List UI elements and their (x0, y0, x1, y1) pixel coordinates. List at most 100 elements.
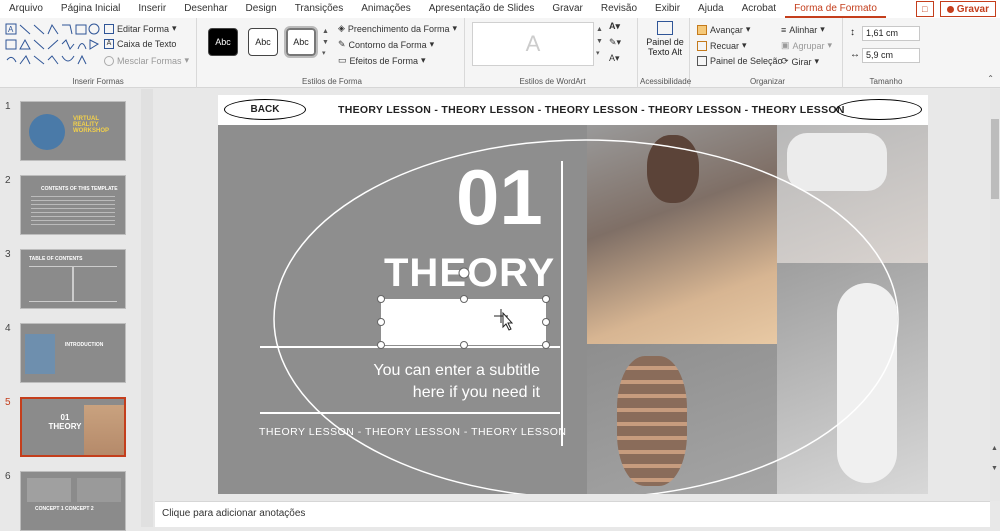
resize-handle[interactable] (460, 341, 468, 349)
group-label-shape-styles: Estilos de Forma (301, 77, 363, 86)
tab-ajuda[interactable]: Ajuda (689, 0, 733, 18)
resize-handle[interactable] (460, 295, 468, 303)
resize-handle[interactable] (542, 318, 550, 326)
align-button[interactable]: ≡ Alinhar ▾ (781, 24, 825, 35)
decorative-ellipse[interactable] (273, 139, 899, 494)
tab-revisao[interactable]: Revisão (592, 0, 646, 18)
shape-effects-button[interactable]: ▭ Efeitos de Forma ▾ (338, 55, 426, 66)
shape-fill-button[interactable]: ◈ Preenchimento da Forma ▾ (338, 23, 457, 34)
alt-text-icon (657, 21, 673, 35)
move-cursor-icon (494, 309, 514, 331)
shape-outline-button[interactable]: ✎ Contorno da Forma ▾ (338, 39, 434, 50)
thumbnails-scrollbar[interactable] (141, 89, 153, 527)
style-white-preset[interactable]: Abc (248, 28, 278, 56)
selection-pane-label: Painel de Seleção (710, 56, 783, 66)
next-slide-icon[interactable]: ▼ (991, 465, 998, 472)
align-label: Alinhar (789, 24, 818, 35)
thumbnail-slide-6[interactable]: CONCEPT 1 CONCEPT 2 (20, 471, 126, 531)
thumbnail-number: 2 (5, 175, 11, 186)
group-label-arrange: Organizar (749, 77, 786, 86)
send-backward-button[interactable]: Recuar ▾ (697, 40, 747, 51)
thumbnail-title: CONCEPT 1 CONCEPT 2 (35, 506, 94, 512)
style-outline-preset[interactable]: Abc (284, 26, 318, 58)
thumbnail-slide-1[interactable]: VIRTUAL REALITY WORKSHOP (20, 101, 126, 161)
rotate-button[interactable]: ⟳ Girar ▾ (781, 56, 819, 67)
resize-handle[interactable] (377, 295, 385, 303)
style-black-preset[interactable]: Abc (208, 28, 238, 56)
thumbnail-slide-2[interactable]: CONTENTS OF THIS TEMPLATE (20, 175, 126, 235)
thumbnail-title: CONTENTS OF THIS TEMPLATE (41, 186, 118, 192)
group-insert-shapes: A Editar Forma ▾ A Caixa de Texto Mesclar … (0, 18, 197, 88)
tab-desenhar[interactable]: Desenhar (175, 0, 236, 18)
bring-forward-button[interactable]: Avançar ▾ (697, 24, 750, 35)
fill-bucket-icon: ◈ (338, 23, 345, 33)
shapes-gallery-icon[interactable]: A (4, 22, 100, 70)
record-button[interactable]: Gravar (939, 1, 996, 17)
rotate-handle-icon[interactable] (458, 267, 470, 279)
resize-handle[interactable] (377, 341, 385, 349)
selection-pane-button[interactable]: Painel de Seleção (697, 56, 783, 66)
thumbnail-number: 6 (5, 471, 11, 482)
scrollbar-thumb[interactable] (991, 119, 999, 199)
thumbnail-image (84, 405, 124, 455)
thumbnail-grid (29, 266, 117, 302)
group-label: Agrupar (792, 40, 825, 51)
merge-shapes-button[interactable]: Mesclar Formas ▾ (104, 55, 189, 66)
thumbnail-slide-3[interactable]: TABLE OF CONTENTS (20, 249, 126, 309)
resize-handle[interactable] (542, 295, 550, 303)
style-gallery-scroll[interactable]: ▲ ▼ ▾ (322, 26, 330, 60)
tab-arquivo[interactable]: Arquivo (0, 0, 52, 18)
text-fill-icon[interactable]: A▾ (609, 21, 620, 32)
ribbon-tabs: Arquivo Página Inicial Inserir Desenhar … (0, 0, 1000, 18)
resize-handle[interactable] (377, 318, 385, 326)
width-input[interactable]: 5,9 cm (862, 48, 920, 63)
edit-shape-button[interactable]: Editar Forma ▾ (104, 23, 177, 34)
tab-animacoes[interactable]: Animações (352, 0, 419, 18)
text-box-button[interactable]: A Caixa de Texto (104, 39, 176, 49)
thumbnail-image (77, 478, 121, 502)
wordart-gallery[interactable]: A (472, 22, 594, 66)
thumbnail-title: INTRODUCTION (65, 342, 104, 348)
shape-outline-label: Contorno da Forma (348, 39, 427, 50)
resize-handle[interactable] (542, 341, 550, 349)
tab-inserir[interactable]: Inserir (129, 0, 175, 18)
tab-transicoes[interactable]: Transições (286, 0, 353, 18)
tab-pagina-inicial[interactable]: Página Inicial (52, 0, 129, 18)
collapse-ribbon-icon[interactable]: ⌃ (987, 74, 994, 83)
comments-icon[interactable]: □ (915, 1, 934, 17)
tab-forma-de-formato[interactable]: Forma de Formato (785, 0, 886, 18)
vertical-scrollbar[interactable]: ▲ ▼ (990, 89, 1000, 501)
prev-slide-icon[interactable]: ▲ (991, 445, 998, 452)
tab-apresentacao[interactable]: Apresentação de Slides (420, 0, 544, 18)
text-effects-icon[interactable]: A▾ (609, 53, 620, 64)
tab-gravar[interactable]: Gravar (543, 0, 592, 18)
thumbnail-title: TABLE OF CONTENTS (29, 256, 83, 262)
alt-text-button[interactable]: Painel de Texto Alt (644, 21, 686, 57)
effects-icon: ▭ (338, 55, 347, 65)
thumbnail-image (25, 334, 55, 374)
thumbnail-slide-5[interactable]: 01 THEORY (20, 397, 126, 457)
group-arrange: Avançar ▾ Recuar ▾ Painel de Seleção ≡ Alin… (693, 18, 843, 88)
record-dot-icon (946, 5, 954, 13)
thumbnail-slide-4[interactable]: INTRODUCTION (20, 323, 126, 383)
ribbon: A Editar Forma ▾ A Caixa de Texto Mesclar … (0, 18, 1000, 88)
height-input[interactable]: 1,61 cm (862, 26, 920, 41)
thumbnail-number: 4 (5, 323, 11, 334)
tab-acrobat[interactable]: Acrobat (733, 0, 785, 18)
thumbnail-image (29, 114, 65, 150)
notes-pane[interactable]: Clique para adicionar anotações (155, 501, 990, 527)
slide-canvas: BACK THEORY LESSON - THEORY LESSON - THE… (155, 89, 1000, 501)
wordart-gallery-scroll[interactable]: ▲ ▼ ▾ (596, 24, 604, 64)
shape-fill-label: Preenchimento da Forma (347, 23, 450, 34)
merge-shapes-label: Mesclar Formas (117, 55, 182, 66)
record-label: Gravar (956, 3, 989, 15)
tab-design[interactable]: Design (237, 0, 286, 18)
rotate-icon: ⟳ (781, 56, 789, 66)
text-box-label: Caixa de Texto (117, 39, 177, 49)
text-outline-icon[interactable]: ✎▾ (609, 37, 621, 48)
svg-text:A: A (8, 25, 14, 34)
pen-outline-icon: ✎ (338, 39, 346, 49)
thumbnail-title: VIRTUAL REALITY WORKSHOP (73, 116, 109, 134)
group-button[interactable]: ▣ Agrupar ▾ (781, 40, 832, 51)
tab-exibir[interactable]: Exibir (646, 0, 689, 18)
